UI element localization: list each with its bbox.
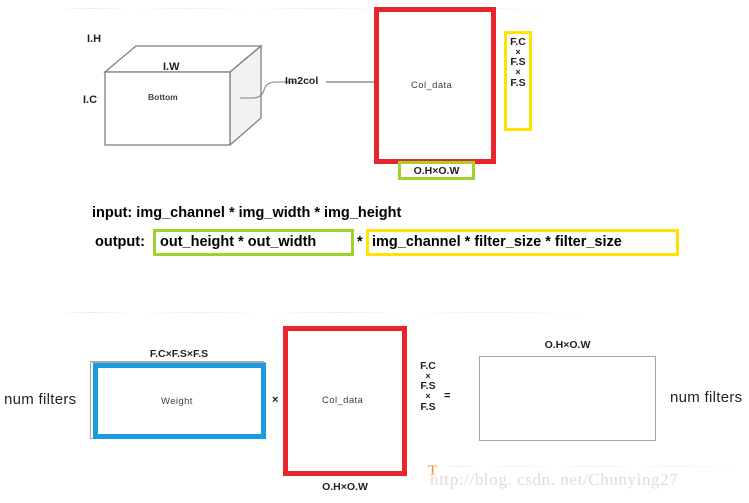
cube-label-width: I.W: [163, 61, 180, 73]
dim-fs-2: F.S: [510, 76, 526, 89]
formula-input-line: input: img_channel * img_width * img_hei…: [92, 205, 402, 221]
diagram-canvas: I.H I.W I.C Bottom Im2col Col_data O.H×O…: [0, 0, 749, 503]
cube-label-height: I.H: [87, 33, 102, 45]
multiply-operator: ×: [272, 394, 279, 406]
formula-output-green: out_height * out_width: [160, 234, 317, 250]
result-box: [479, 356, 656, 441]
formula-output-operator: *: [357, 234, 363, 250]
watermark-url: http://blog. csdn. net/Chunying27: [430, 470, 679, 489]
formula-output-yellow: img_channel * filter_size * filter_size: [372, 234, 622, 250]
bottom-col-data-label: Col_data: [322, 395, 364, 406]
ghost-artifact-bottom: [440, 466, 740, 467]
bottom-col-data-bottom-caption: O.H×O.W: [322, 481, 368, 493]
top-col-data-label: Col_data: [411, 80, 453, 91]
top-col-data-right-dims: F.C × F.S × F.S: [504, 36, 532, 89]
weight-left-caption: num filters: [4, 391, 77, 408]
equals-operator: =: [444, 390, 451, 402]
weight-top-rule: [92, 362, 266, 363]
cube-label-channel: I.C: [83, 94, 98, 106]
top-col-data-bottom-caption: O.H×O.W: [413, 165, 460, 177]
weight-top-caption: F.C×F.S×F.S: [149, 348, 209, 360]
formula-output-prefix: output:: [95, 234, 145, 250]
result-right-caption: num filters: [670, 389, 743, 406]
bottom-col-data-left-dims: F.C × F.S × F.S: [415, 360, 441, 413]
result-top-caption: O.H×O.W: [544, 339, 591, 351]
cube-face-label-bottom: Bottom: [148, 92, 178, 102]
im2col-arrow-label: Im2col: [285, 75, 319, 87]
ghost-artifact-mid: [60, 312, 600, 313]
weight-box-label: Weight: [161, 396, 193, 407]
bdim-fs-2: F.S: [420, 400, 436, 413]
